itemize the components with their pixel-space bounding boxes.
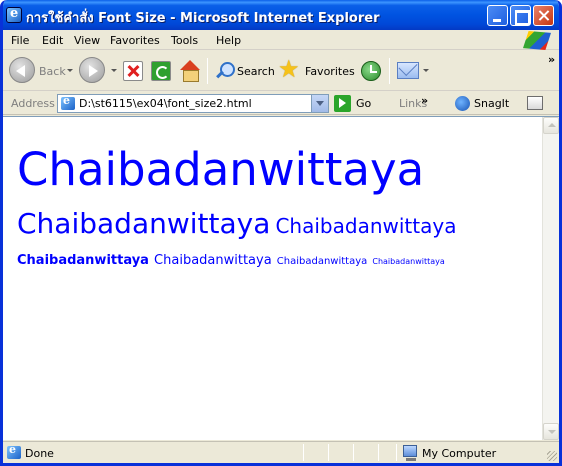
windows-flag-icon [523,31,551,50]
refresh-icon[interactable] [151,61,171,81]
go-arrow-icon[interactable] [334,95,351,112]
search-icon[interactable] [215,61,235,81]
menu-bar: File Edit View Favorites Tools Help [3,30,559,50]
stop-icon[interactable] [123,61,143,81]
address-bar: Address D:\st6115\ex04\font_size2.html G… [3,92,559,115]
text-line-3: Chaibadanwittaya Chaibadanwittaya Chaiba… [17,249,445,268]
text-size-4: Chaibadanwittaya [17,253,149,268]
menu-file[interactable]: File [11,34,29,47]
status-divider [396,444,397,461]
status-divider [328,444,329,461]
address-url[interactable]: D:\st6115\ex04\font_size2.html [79,97,252,110]
mail-dropdown-icon[interactable] [423,69,429,72]
address-dropdown-icon[interactable] [311,95,328,112]
text-size-5: Chaibadanwittaya [154,253,272,268]
toolbar-separator [389,58,390,84]
menu-view[interactable]: View [74,34,100,47]
page-icon [61,94,75,110]
home-icon[interactable] [179,60,201,82]
security-zone: My Computer [422,447,497,460]
forward-dropdown-icon[interactable] [111,69,117,72]
back-arrow-icon[interactable] [9,57,35,83]
window-title: การใช้คำสั่ง Font Size - Microsoft Inter… [26,11,380,26]
text-line-1: Chaibadanwittaya [17,143,424,196]
go-button[interactable]: Go [356,97,371,110]
menu-edit[interactable]: Edit [42,34,63,47]
status-divider [303,444,304,461]
page-content: Chaibadanwittaya Chaibadanwittaya Chaiba… [3,116,559,440]
menu-help[interactable]: Help [216,34,241,47]
menu-tools[interactable]: Tools [171,34,198,47]
close-button[interactable] [533,5,554,26]
ie-window: การใช้คำสั่ง Font Size - Microsoft Inter… [0,0,562,466]
mail-icon[interactable] [397,62,419,79]
back-label[interactable]: Back [39,65,66,78]
ie-page-icon[interactable] [6,6,22,23]
address-input[interactable]: D:\st6115\ex04\font_size2.html [57,94,329,113]
back-dropdown-icon[interactable] [67,69,73,72]
history-icon[interactable] [361,61,381,81]
toolbar-separator [207,58,208,84]
text-size-1: Chaibadanwittaya [17,143,425,196]
text-size-2: Chaibadanwittaya [17,207,271,240]
my-computer-icon [403,445,417,461]
standard-toolbar: Back Search ★ Favorites » [3,51,559,91]
page-done-icon [7,443,21,459]
maximize-button[interactable] [510,5,531,26]
scroll-down-icon[interactable] [543,423,559,440]
status-bar: Done My Computer [3,441,559,463]
menu-favorites[interactable]: Favorites [110,34,160,47]
text-size-7: Chaibadanwittaya [372,257,445,266]
address-label: Address [11,97,55,110]
search-label[interactable]: Search [237,65,275,78]
snagit-capture-icon[interactable] [527,96,543,110]
minimize-button[interactable] [487,5,508,26]
text-size-6: Chaibadanwittaya [276,256,368,267]
forward-arrow-icon[interactable] [79,57,105,83]
resize-grip-icon[interactable] [547,451,557,461]
title-bar[interactable]: การใช้คำสั่ง Font Size - Microsoft Inter… [3,0,559,30]
snagit-button[interactable]: SnagIt [474,97,509,110]
favorites-label[interactable]: Favorites [305,65,355,78]
text-line-2: Chaibadanwittaya Chaibadanwittaya [17,207,456,240]
status-text: Done [25,447,54,460]
text-size-3: Chaibadanwittaya [275,214,457,238]
status-divider [378,444,379,461]
favorites-star-icon[interactable]: ★ [278,57,300,81]
links-chevron-icon[interactable]: » [421,94,428,107]
status-divider [353,444,354,461]
snagit-icon[interactable] [455,96,470,111]
vertical-scrollbar[interactable] [542,117,559,440]
toolbar-overflow-chevron-icon[interactable]: » [548,53,555,66]
scroll-up-icon[interactable] [543,117,559,134]
